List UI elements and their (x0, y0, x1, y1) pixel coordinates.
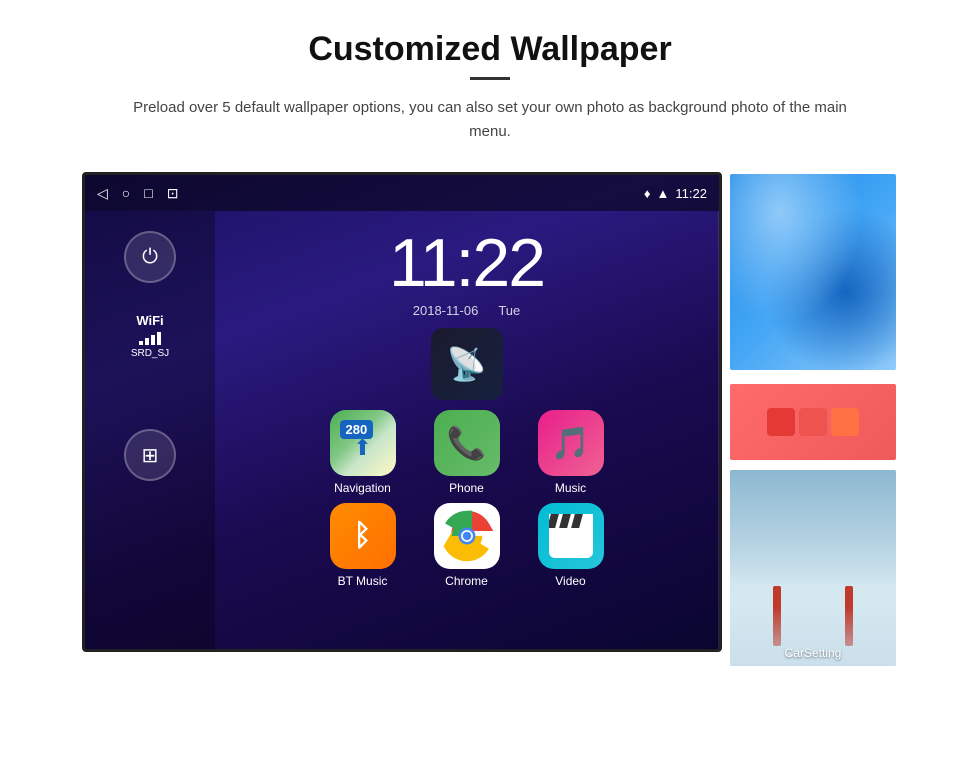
apps-row-2: ᛒ BT Music (318, 503, 616, 588)
clock-display: 11:22 (389, 229, 544, 297)
left-sidebar: ⏻ WiFi SRD_SJ ⊞ (85, 211, 215, 649)
wifi-block: WiFi SRD_SJ (131, 313, 169, 359)
video-label: Video (555, 574, 585, 588)
page-description: Preload over 5 default wallpaper options… (130, 96, 850, 144)
wifi-ssid: SRD_SJ (131, 348, 169, 359)
back-icon[interactable]: ◁ (97, 185, 108, 202)
navigation-label: Navigation (334, 481, 391, 495)
navigation-icon: 280 ⬆ (330, 410, 396, 476)
app-bt-music[interactable]: ᛒ BT Music (318, 503, 408, 588)
phone-symbol: 📞 (447, 424, 487, 462)
bluetooth-symbol: ᛒ (354, 519, 372, 553)
bt-music-label: BT Music (338, 574, 388, 588)
power-icon: ⏻ (142, 246, 158, 269)
clock-date-value: 2018-11-06 (413, 303, 479, 318)
music-label: Music (555, 481, 586, 495)
wifi-bar-3 (151, 335, 155, 345)
main-content-area: ⏻ WiFi SRD_SJ ⊞ 11:22 (85, 211, 719, 649)
widgets-row: 📡 (431, 328, 503, 400)
image-icon[interactable]: ⊡ (167, 185, 179, 202)
wifi-status-icon: ▲ (657, 186, 670, 201)
chrome-svg (440, 509, 494, 563)
wifi-bar-4 (157, 332, 161, 345)
wallpaper-bridge[interactable]: CarSetting (728, 468, 898, 668)
home-icon[interactable]: ○ (122, 185, 130, 201)
device-area: ◁ ○ □ ⊡ ♦ ▲ 11:22 ⏻ WiFi (60, 172, 920, 668)
app-music[interactable]: 🎵 Music (526, 410, 616, 495)
page-title: Customized Wallpaper (308, 30, 671, 69)
bt-music-icon: ᛒ (330, 503, 396, 569)
bridge-visual (730, 470, 896, 666)
apps-row-1: 280 ⬆ Navigation 📞 Phone (318, 410, 616, 495)
music-symbol: 🎵 (551, 424, 591, 462)
location-icon: ♦ (644, 186, 651, 201)
preview-apps (763, 404, 863, 440)
phone-label: Phone (449, 481, 484, 495)
ice-visual (730, 174, 896, 370)
android-screen: ◁ ○ □ ⊡ ♦ ▲ 11:22 ⏻ WiFi (82, 172, 722, 652)
status-right-icons: ♦ ▲ 11:22 (644, 186, 707, 201)
wallpaper-thumbnails: CarSetting (728, 172, 898, 668)
preview-app-2 (799, 408, 827, 436)
square-icon[interactable]: □ (144, 185, 152, 201)
preview-app-3 (831, 408, 859, 436)
wallpaper-ice[interactable] (728, 172, 898, 372)
wifi-bar-1 (139, 341, 143, 345)
clapper-icon (549, 514, 593, 558)
wifi-bar-2 (145, 338, 149, 345)
radio-widget[interactable]: 📡 (431, 328, 503, 400)
chrome-icon (434, 503, 500, 569)
apps-section: 280 ⬆ Navigation 📞 Phone (308, 400, 626, 598)
wifi-label: WiFi (136, 313, 163, 328)
radio-icon: 📡 (447, 345, 487, 383)
power-button[interactable]: ⏻ (124, 231, 176, 283)
music-icon: 🎵 (538, 410, 604, 476)
video-icon (538, 503, 604, 569)
carsetting-label: CarSetting (785, 646, 842, 660)
app-chrome[interactable]: Chrome (422, 503, 512, 588)
status-nav-icons: ◁ ○ □ ⊡ (97, 185, 178, 202)
nav-shield: 280 (340, 420, 374, 439)
title-divider (470, 77, 510, 80)
wallpaper-device-preview (728, 382, 898, 462)
app-video[interactable]: Video (526, 503, 616, 588)
app-phone[interactable]: 📞 Phone (422, 410, 512, 495)
status-time: 11:22 (675, 186, 707, 201)
status-bar: ◁ ○ □ ⊡ ♦ ▲ 11:22 (85, 175, 719, 211)
phone-icon: 📞 (434, 410, 500, 476)
clock-date: 2018-11-06 Tue (413, 303, 520, 318)
chrome-label: Chrome (445, 574, 488, 588)
apps-grid-icon: ⊞ (142, 443, 159, 468)
clock-panel: 11:22 2018-11-06 Tue 📡 (215, 211, 719, 649)
apps-button[interactable]: ⊞ (124, 429, 176, 481)
preview-app-1 (767, 408, 795, 436)
clock-day: Tue (498, 303, 520, 318)
app-navigation[interactable]: 280 ⬆ Navigation (318, 410, 408, 495)
wifi-bars (139, 331, 161, 345)
